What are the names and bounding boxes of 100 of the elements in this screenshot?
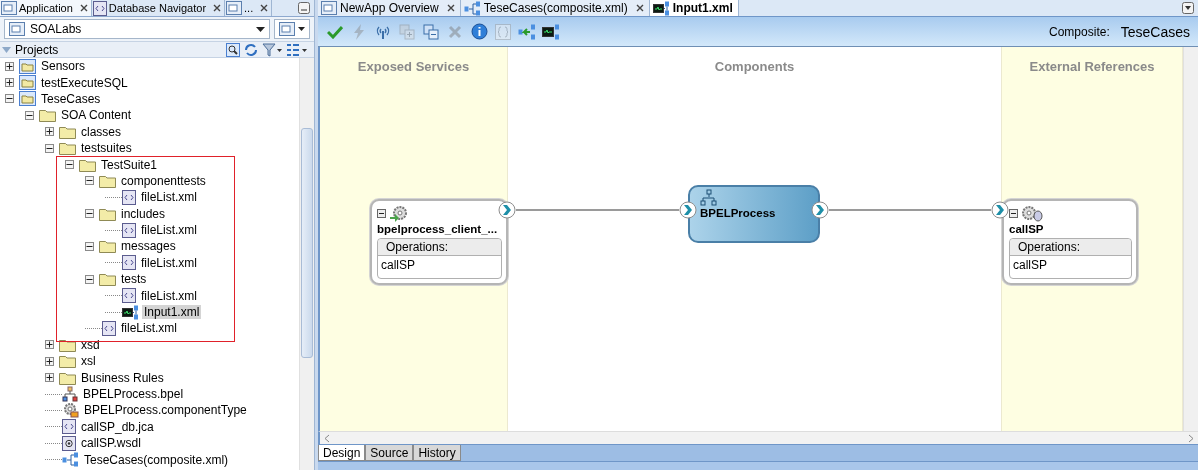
port-icon[interactable] — [498, 201, 516, 219]
collapse-icon[interactable] — [25, 110, 34, 120]
expand-icon[interactable] — [45, 127, 54, 137]
test-file-icon — [122, 304, 139, 320]
panel-tab[interactable]: Application — [0, 0, 92, 16]
scroll-left-icon[interactable] — [324, 433, 330, 443]
editor-tab[interactable]: Input1.xml — [649, 0, 739, 16]
dropdown-arrow-icon — [256, 26, 265, 32]
tree-item[interactable]: Sensors — [39, 59, 88, 74]
component-node[interactable]: BPELProcess — [688, 185, 820, 243]
xml-file-icon — [122, 255, 136, 271]
view-menu-button[interactable] — [274, 19, 310, 39]
tree-item[interactable]: callSP_db.jca — [79, 419, 156, 434]
toolbar-button[interactable] — [542, 22, 560, 41]
operation-item[interactable]: callSP — [1010, 256, 1131, 278]
project-icon — [19, 58, 36, 74]
node-title: bpelprocess_client_... — [377, 222, 499, 237]
expand-icon[interactable] — [5, 61, 14, 71]
tree-item[interactable]: fileList.xml — [139, 190, 199, 205]
port-icon[interactable] — [991, 201, 1009, 219]
tree-item[interactable]: fileList.xml — [139, 223, 199, 238]
xml-file-icon — [102, 320, 116, 336]
view-tab[interactable]: Design — [318, 445, 366, 461]
tree-item[interactable]: callSP.wsdl — [79, 436, 143, 451]
close-icon[interactable] — [635, 4, 644, 12]
tree-item[interactable]: messages — [119, 239, 178, 254]
filter-icon[interactable] — [262, 42, 282, 57]
operation-item[interactable]: callSP — [378, 256, 501, 278]
check-icon — [327, 24, 343, 39]
port-icon[interactable] — [811, 201, 829, 219]
editor-tab[interactable]: TeseCases(composite.xml) — [460, 0, 650, 16]
scrollbar[interactable] — [299, 58, 314, 470]
gear-icon — [389, 205, 409, 222]
scroll-right-icon[interactable] — [1188, 433, 1194, 443]
braces-icon — [495, 23, 511, 40]
tree-item[interactable]: classes — [79, 124, 123, 139]
collapse-icon[interactable] — [45, 143, 54, 153]
close-icon[interactable] — [213, 4, 222, 12]
collapse-icon[interactable] — [65, 160, 74, 170]
tree-item[interactable]: testsuites — [79, 141, 134, 156]
lightning-icon — [352, 23, 366, 40]
tree-item[interactable]: tests — [119, 272, 149, 287]
editor-tab[interactable]: NewApp Overview — [318, 0, 461, 16]
refresh-icon[interactable] — [244, 42, 258, 57]
collapse-icon[interactable] — [85, 209, 94, 219]
minimize-icon[interactable] — [298, 2, 310, 14]
lane-title: External References — [1029, 59, 1155, 75]
collapse-icon[interactable] — [85, 176, 94, 186]
search-icon[interactable] — [226, 42, 240, 57]
wsdl-file-icon — [62, 435, 76, 451]
operations-header: Operations: — [1010, 239, 1131, 256]
tree-item[interactable]: componenttests — [119, 173, 208, 188]
tree-item[interactable]: TeseCases — [39, 91, 103, 106]
view-tab[interactable]: Source — [365, 445, 414, 461]
collapse-icon[interactable] — [5, 94, 14, 104]
xml-file-icon — [122, 288, 136, 304]
panel-tab[interactable]: ... — [225, 0, 273, 16]
expand-icon[interactable] — [45, 356, 54, 366]
tree-item[interactable]: fileList.xml — [119, 321, 179, 336]
process-diagram-icon — [700, 189, 718, 206]
tree-item[interactable]: BPELProcess.bpel — [81, 387, 186, 401]
folder-icon — [99, 239, 116, 254]
folder-icon — [59, 141, 76, 156]
tree-item[interactable]: TeseCases(composite.xml) — [82, 452, 231, 467]
tree-item[interactable]: xsd — [79, 337, 102, 352]
scrollbar[interactable] — [318, 431, 1198, 444]
panel-tab[interactable]: Database Navigator — [91, 0, 226, 16]
gear-icon — [62, 402, 79, 419]
close-icon[interactable] — [260, 4, 269, 12]
tree-item[interactable]: testExecuteSQL — [39, 75, 130, 90]
tree-item[interactable]: BPELProcess.componentType — [82, 403, 249, 418]
port-icon[interactable] — [679, 201, 697, 219]
application-dropdown[interactable]: SOALabs — [4, 19, 270, 39]
view-tab[interactable]: History — [413, 445, 461, 461]
test-file-icon — [542, 23, 560, 40]
folder-icon — [39, 108, 56, 123]
collapse-icon[interactable] — [85, 274, 94, 284]
tree-item[interactable]: SOA Content — [59, 108, 134, 123]
composite-label: Composite: — [1049, 24, 1110, 39]
service-node[interactable]: bpelprocess_client_... Operations: callSP — [370, 199, 508, 285]
tree-item[interactable]: Input1.xml — [142, 305, 202, 320]
folder-icon — [59, 337, 76, 352]
scrollbar[interactable] — [1183, 47, 1198, 431]
tree-item[interactable]: TestSuite1 — [99, 157, 160, 172]
collapse-icon[interactable] — [1009, 209, 1018, 218]
close-icon[interactable] — [79, 4, 88, 12]
collapse-icon[interactable] — [85, 242, 94, 251]
list-options-icon[interactable] — [286, 42, 308, 57]
close-icon[interactable] — [446, 4, 455, 12]
tree-item[interactable]: fileList.xml — [139, 255, 199, 270]
expand-icon[interactable] — [45, 340, 54, 350]
reference-node[interactable]: callSP Operations: callSP — [1002, 199, 1138, 285]
expand-icon[interactable] — [5, 78, 14, 88]
tree-item[interactable]: Business Rules — [79, 370, 166, 385]
collapse-icon[interactable] — [377, 209, 386, 218]
tree-item[interactable]: includes — [119, 206, 168, 221]
tree-item[interactable]: fileList.xml — [139, 288, 199, 303]
tree-item[interactable]: xsl — [79, 354, 98, 369]
expand-icon[interactable] — [45, 373, 54, 383]
xml-file-icon — [122, 222, 136, 238]
